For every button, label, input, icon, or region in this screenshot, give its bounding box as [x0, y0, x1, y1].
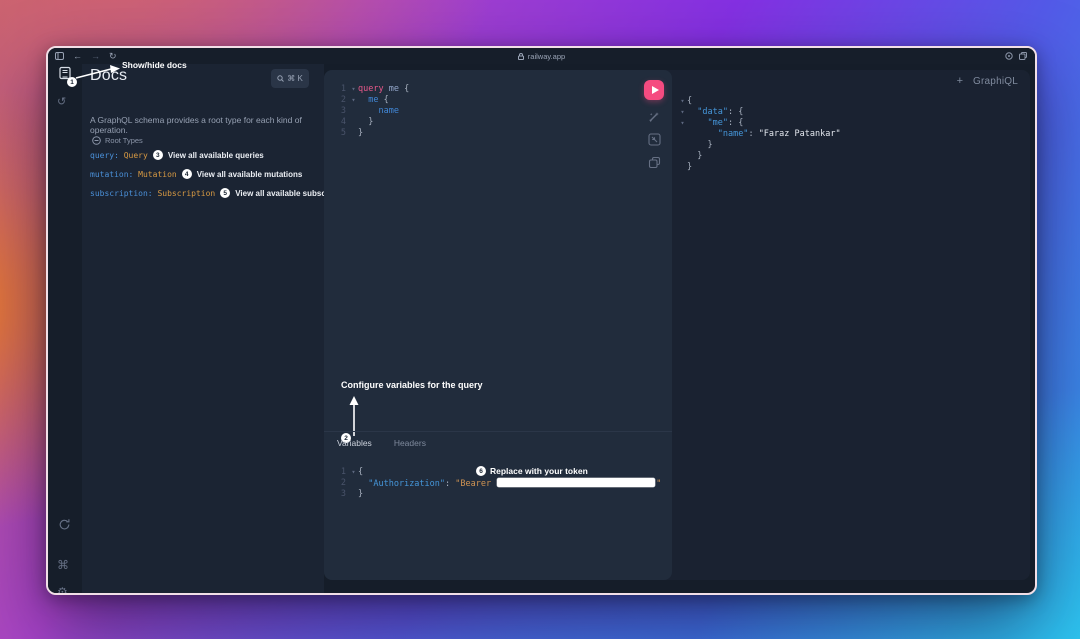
- fold-gutter: [678, 129, 687, 140]
- play-icon: [651, 86, 659, 94]
- code-line: }: [678, 151, 841, 162]
- code-line: 3}: [340, 489, 364, 500]
- code-line: ▾ "data": {: [678, 107, 841, 118]
- headers-editor[interactable]: 1 ▾{2 "Authorization": "Bearer " 3}: [334, 467, 661, 500]
- refetch-schema-icon[interactable]: [58, 518, 71, 531]
- code-line: 4 }: [340, 117, 374, 128]
- editor-tools-divider: [324, 431, 672, 432]
- annotation-mutations: View all available mutations: [196, 169, 303, 179]
- arrow-to-docs-toggle: [74, 63, 122, 81]
- fold-caret-icon[interactable]: ▾: [349, 84, 358, 95]
- shortcuts-icon[interactable]: ⌘: [57, 559, 69, 571]
- settings-icon[interactable]: ⚙: [57, 586, 68, 593]
- copy-query-icon[interactable]: [648, 156, 661, 169]
- fold-gutter: [349, 128, 358, 139]
- fold-gutter: [349, 117, 358, 128]
- code-line: 5}: [340, 128, 364, 139]
- badge-mutations: 4: [181, 169, 192, 179]
- docs-entry-mutation[interactable]: mutation: Mutation 4 View all available …: [90, 169, 302, 179]
- root-types-header[interactable]: Root Types: [92, 136, 143, 145]
- fold-gutter: [678, 140, 687, 151]
- tab-headers[interactable]: Headers: [394, 438, 426, 448]
- fold-gutter: [678, 162, 687, 173]
- badge-queries: 3: [152, 150, 163, 160]
- url-text: railway.app: [527, 51, 566, 61]
- browser-window: ← → ↻ railway.app 1 ↺ ⌘ ⚙ Docs ⌘ K A Gra…: [46, 46, 1037, 595]
- fold-gutter: [349, 106, 358, 117]
- merge-fragments-icon[interactable]: [647, 133, 661, 146]
- lock-icon: [517, 52, 524, 60]
- fold-gutter: [678, 151, 687, 162]
- fold-caret-icon[interactable]: ▾: [349, 95, 358, 106]
- query-editor[interactable]: 1 ▾ query me {2 ▾ me {3 name 4 } 5}: [334, 84, 409, 139]
- address-bar[interactable]: railway.app: [48, 48, 1035, 64]
- search-button[interactable]: ⌘ K: [271, 69, 309, 88]
- code-line: ▾{: [678, 96, 841, 107]
- arrow-to-variables: [348, 396, 360, 436]
- annotation-show-hide-docs: Show/hide docs: [122, 60, 187, 70]
- code-line: 2 ▾ me {: [340, 95, 389, 106]
- tabs-icon[interactable]: [1019, 52, 1027, 60]
- tab-variables[interactable]: Variables: [337, 438, 372, 448]
- badge-subscriptions: 5: [220, 188, 231, 198]
- docs-panel: Docs ⌘ K A GraphQL schema provides a roo…: [82, 64, 355, 593]
- field-name[interactable]: mutation: [90, 170, 129, 179]
- docs-entry-query[interactable]: query: Query 3 View all available querie…: [90, 150, 264, 160]
- code-line: 2 "Authorization": "Bearer ": [340, 478, 662, 489]
- code-line: }: [678, 140, 841, 151]
- response-viewer: ▾{▾ "data": {▾ "me": { "name": "Faraz Pa…: [678, 96, 841, 173]
- search-icon: [277, 75, 285, 82]
- code-line: "name": "Faraz Patankar": [678, 129, 841, 140]
- response-pane: + GraphiQL ▾{▾ "data": {▾ "me": { "name"…: [672, 70, 1030, 580]
- docs-entry-subscription[interactable]: subscription: Subscription 5 View all av…: [90, 188, 355, 198]
- editors-panel: 1 ▾ query me {2 ▾ me {3 name 4 } 5} Configure…: [324, 70, 672, 580]
- new-tab-button[interactable]: +: [957, 75, 963, 87]
- graphiql-sidebar: 1 ↺ ⌘ ⚙: [48, 64, 82, 593]
- fold-caret-icon[interactable]: ▾: [678, 118, 687, 129]
- field-name[interactable]: subscription: [90, 189, 148, 198]
- docs-description: A GraphQL schema provides a root type fo…: [90, 115, 302, 135]
- code-line: 3 name: [340, 106, 399, 117]
- prettify-icon[interactable]: [648, 110, 661, 123]
- shield-icon[interactable]: [1005, 52, 1013, 60]
- annotation-queries: View all available queries: [167, 150, 264, 160]
- browser-titlebar[interactable]: ← → ↻ railway.app: [48, 48, 1035, 64]
- search-shortcut: ⌘ K: [287, 74, 303, 83]
- type-name[interactable]: Query: [124, 151, 148, 160]
- collapse-icon[interactable]: [92, 136, 101, 145]
- type-name[interactable]: Mutation: [138, 170, 177, 179]
- fold-caret-icon[interactable]: ▾: [678, 107, 687, 118]
- execute-button[interactable]: [644, 80, 664, 100]
- token-redaction-box[interactable]: [497, 478, 656, 487]
- annotation-configure-variables: Configure variables for the query: [341, 380, 483, 390]
- code-line: ▾ "me": {: [678, 118, 841, 129]
- fold-caret-icon[interactable]: ▾: [349, 467, 358, 478]
- code-line: 1 ▾ query me {: [340, 84, 410, 95]
- history-icon[interactable]: ↺: [57, 97, 66, 108]
- code-line: 1 ▾{: [340, 467, 364, 478]
- fold-gutter: [349, 489, 358, 500]
- code-line: }: [678, 162, 841, 173]
- session-card: 1 ▾ query me {2 ▾ me {3 name 4 } 5} Configure…: [324, 70, 1030, 580]
- fold-caret-icon[interactable]: ▾: [678, 96, 687, 107]
- type-name[interactable]: Subscription: [157, 189, 215, 198]
- field-name[interactable]: query: [90, 151, 114, 160]
- graphiql-logo: GraphiQL: [973, 75, 1018, 87]
- root-types-label: Root Types: [105, 136, 143, 145]
- fold-gutter: [349, 478, 358, 489]
